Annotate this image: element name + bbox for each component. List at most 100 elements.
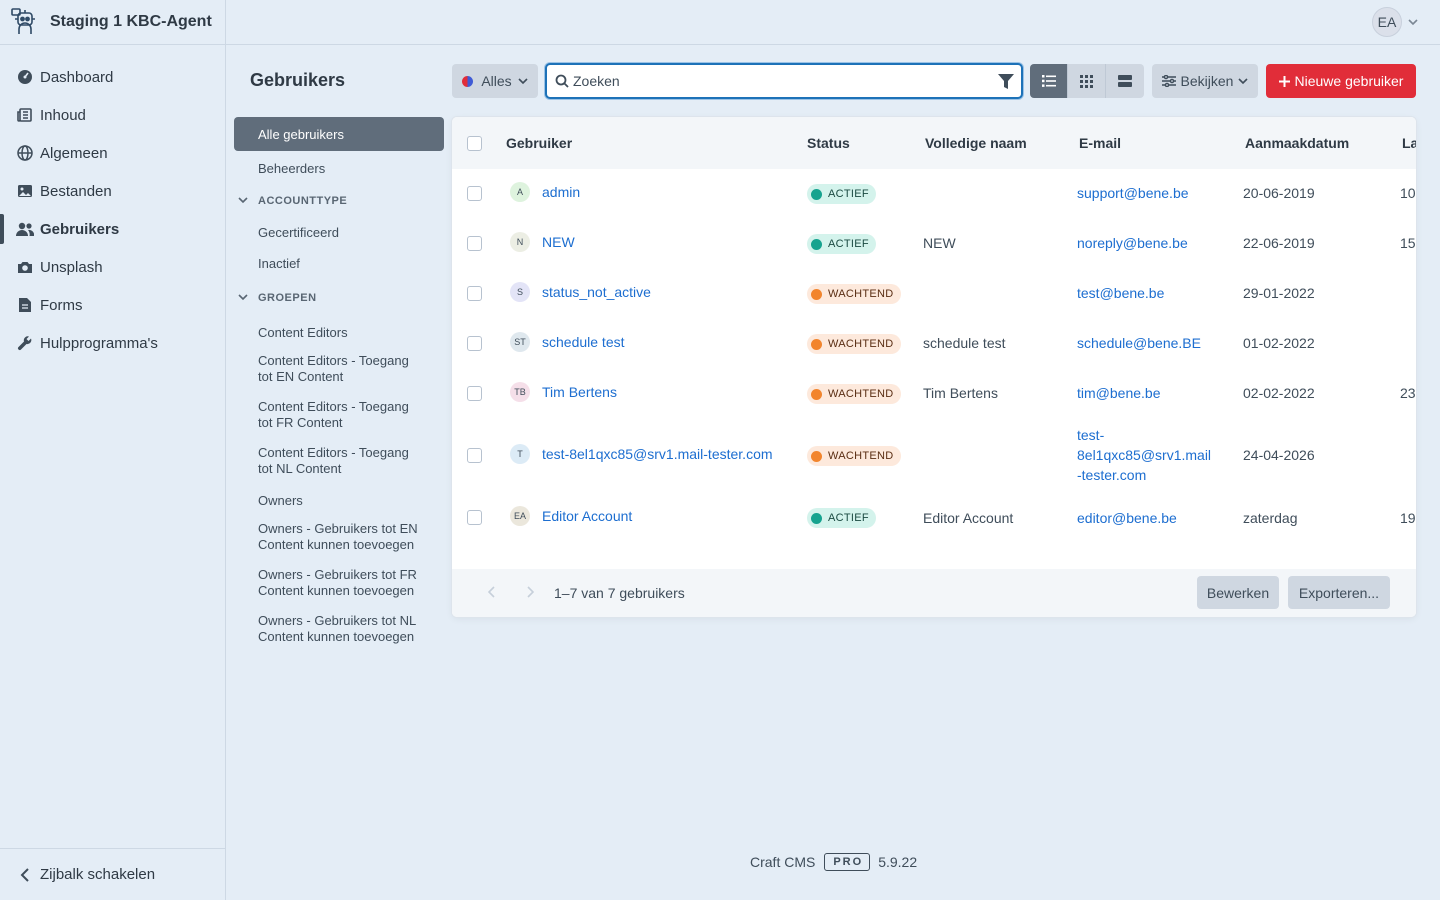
source-group[interactable]: Content Editors - Toegang tot EN Content: [234, 347, 444, 393]
page-title: Gebruikers: [250, 70, 346, 90]
nav-item-forms[interactable]: Forms: [0, 286, 225, 324]
status-filter-button[interactable]: Alles: [452, 64, 538, 98]
column-header-user[interactable]: Gebruiker: [506, 117, 572, 169]
status-dot-icon: [811, 388, 822, 400]
row-checkbox[interactable]: [467, 186, 482, 201]
column-header-created[interactable]: Aanmaakdatum: [1245, 117, 1349, 169]
source-group[interactable]: Owners - Gebruikers tot NL Content kunne…: [234, 607, 444, 653]
avatar: EA: [510, 506, 530, 526]
source-group[interactable]: Content Editors - Toegang tot NL Content: [234, 439, 444, 485]
user-link[interactable]: Editor Account: [542, 508, 632, 524]
chevron-left-icon: [16, 866, 34, 884]
source-group[interactable]: Owners - Gebruikers tot FR Content kunne…: [234, 561, 444, 607]
source-group[interactable]: Owners - Gebruikers tot EN Content kunne…: [234, 515, 444, 561]
prev-page-button[interactable]: [487, 585, 496, 601]
source-group[interactable]: Owners: [234, 485, 444, 515]
status-filter-label: Alles: [481, 73, 512, 89]
next-page-button[interactable]: [526, 585, 535, 601]
user-link[interactable]: admin: [542, 184, 580, 200]
user-link[interactable]: status_not_active: [542, 284, 651, 300]
chevron-down-icon: [238, 195, 258, 207]
source-group[interactable]: Content Editors: [234, 317, 444, 347]
user-cell: A admin: [510, 181, 580, 203]
column-header-status[interactable]: Status: [807, 117, 850, 169]
email-link[interactable]: test@bene.be: [1077, 285, 1164, 301]
status-cell: WACHTEND: [807, 446, 901, 466]
view-mode-grid-button[interactable]: [1068, 64, 1106, 98]
view-mode-table-button[interactable]: [1030, 64, 1068, 98]
fullname-cell: schedule test: [923, 335, 1006, 351]
source-heading-accounttype[interactable]: ACCOUNTTYPE: [234, 185, 444, 217]
email-line: test-: [1077, 427, 1105, 443]
avatar: A: [510, 182, 530, 202]
filter-icon[interactable]: [991, 73, 1021, 89]
last-login-cell: 15: [1400, 235, 1416, 251]
created-cell: 24-04-2026: [1243, 447, 1315, 463]
source-heading-groups[interactable]: GROEPEN: [234, 279, 444, 317]
created-cell: 02-02-2022: [1243, 385, 1315, 401]
nav-item-hulpprogrammas[interactable]: Hulpprogramma's: [0, 324, 225, 362]
site-header[interactable]: Staging 1 KBC-Agent: [0, 0, 225, 45]
table-row: A admin ACTIEF support@bene.be 20-06-201…: [452, 169, 1416, 219]
view-settings-button[interactable]: Bekijken: [1152, 64, 1258, 98]
source-group[interactable]: Content Editors - Toegang tot FR Content: [234, 393, 444, 439]
nav-item-bestanden[interactable]: Bestanden: [0, 172, 225, 210]
nav-label: Algemeen: [40, 144, 108, 162]
source-inactive[interactable]: Inactief: [234, 248, 444, 279]
nav-item-dashboard[interactable]: Dashboard: [0, 58, 225, 96]
source-certified[interactable]: Gecertificeerd: [234, 217, 444, 248]
sidebar-toggle-button[interactable]: Zijbalk schakelen: [0, 848, 225, 900]
source-all-users[interactable]: Alle gebruikers: [234, 117, 444, 151]
status-dot-icon: [811, 512, 822, 524]
account-menu-button[interactable]: EA: [1372, 7, 1418, 37]
row-checkbox[interactable]: [467, 236, 482, 251]
search-input[interactable]: [573, 73, 991, 89]
nav-item-gebruikers[interactable]: Gebruikers: [0, 210, 225, 248]
row-checkbox[interactable]: [467, 286, 482, 301]
user-link[interactable]: schedule test: [542, 334, 625, 350]
email-link[interactable]: test- 8el1qxc85@srv1.mail -tester.com: [1077, 425, 1211, 485]
status-label: WACHTEND: [828, 388, 894, 400]
avatar: N: [510, 232, 530, 252]
new-user-label: Nieuwe gebruiker: [1294, 73, 1404, 89]
email-link[interactable]: editor@bene.be: [1077, 510, 1177, 526]
status-dot-icon: [811, 188, 822, 200]
source-admins[interactable]: Beheerders: [234, 151, 444, 185]
nav-label: Inhoud: [40, 106, 86, 124]
status-cell: ACTIEF: [807, 234, 876, 254]
nav-item-inhoud[interactable]: Inhoud: [0, 96, 225, 134]
nav-item-algemeen[interactable]: Algemeen: [0, 134, 225, 172]
row-checkbox[interactable]: [467, 336, 482, 351]
search-icon: [555, 74, 569, 88]
status-label: ACTIEF: [828, 512, 869, 524]
column-header-last-login[interactable]: La: [1402, 117, 1416, 169]
select-all-checkbox[interactable]: [467, 135, 482, 151]
user-link[interactable]: NEW: [542, 234, 575, 250]
status-cell: WACHTEND: [807, 284, 901, 304]
user-link[interactable]: test-8el1qxc85@srv1.mail-tester.com: [542, 446, 773, 462]
view-mode-cards-button[interactable]: [1106, 64, 1144, 98]
table-row: N NEW ACTIEF NEW noreply@bene.be 22-06-2…: [452, 219, 1416, 269]
nav-item-unsplash[interactable]: Unsplash: [0, 248, 225, 286]
status-dot-icon: [811, 450, 822, 462]
new-user-button[interactable]: Nieuwe gebruiker: [1266, 64, 1416, 98]
status-dot-icon: [462, 75, 474, 87]
email-link[interactable]: schedule@bene.BE: [1077, 335, 1201, 351]
table-row: S status_not_active WACHTEND test@bene.b…: [452, 269, 1416, 319]
row-checkbox[interactable]: [467, 448, 482, 463]
email-link[interactable]: noreply@bene.be: [1077, 235, 1188, 251]
table-row: ST schedule test WACHTEND schedule test …: [452, 319, 1416, 369]
edit-button[interactable]: Bewerken: [1197, 576, 1279, 609]
site-name[interactable]: Staging 1 KBC-Agent: [50, 13, 212, 31]
status-cell: WACHTEND: [807, 334, 901, 354]
email-link[interactable]: support@bene.be: [1077, 185, 1189, 201]
email-link[interactable]: tim@bene.be: [1077, 385, 1160, 401]
user-link[interactable]: Tim Bertens: [542, 384, 617, 400]
column-header-email[interactable]: E-mail: [1079, 117, 1121, 169]
column-header-fullname[interactable]: Volledige naam: [925, 117, 1027, 169]
row-checkbox[interactable]: [467, 386, 482, 401]
nav-label: Hulpprogramma's: [40, 334, 158, 352]
row-checkbox[interactable]: [467, 510, 482, 525]
avatar: T: [510, 444, 530, 464]
export-button[interactable]: Exporteren...: [1288, 576, 1390, 609]
